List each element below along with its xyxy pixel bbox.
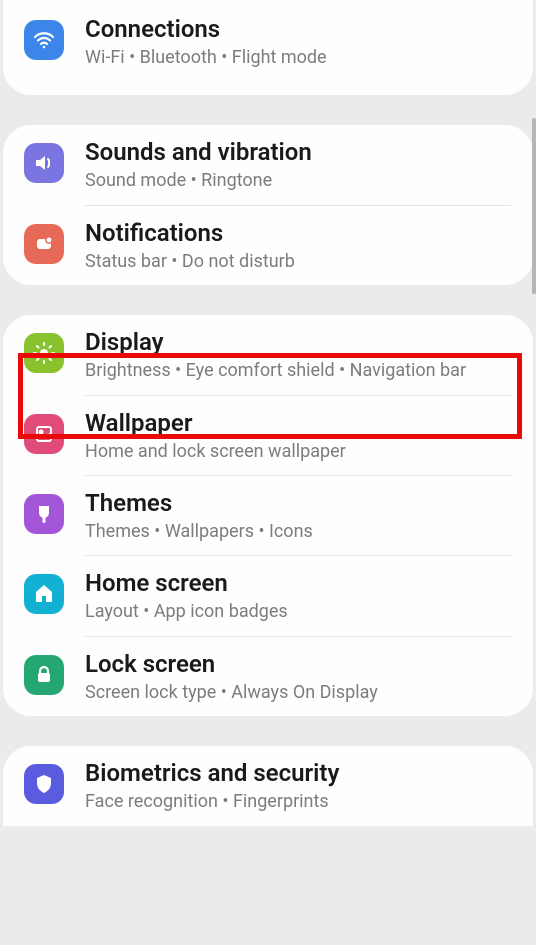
item-title: Lock screen xyxy=(85,649,515,679)
item-subtitle: Brightness • Eye comfort shield • Naviga… xyxy=(85,359,515,382)
settings-item-connections[interactable]: Connections Wi-Fi • Bluetooth • Flight m… xyxy=(3,2,533,81)
item-title: Wallpaper xyxy=(85,408,515,438)
settings-item-lockscreen[interactable]: Lock screen Screen lock type • Always On… xyxy=(3,637,533,716)
item-subtitle: Themes • Wallpapers • Icons xyxy=(85,520,515,543)
notification-icon xyxy=(24,224,64,264)
wifi-icon xyxy=(24,20,64,60)
settings-group-sound: Sounds and vibration Sound mode • Ringto… xyxy=(3,125,533,285)
picture-icon xyxy=(24,414,64,454)
settings-group-connections: Connections Wi-Fi • Bluetooth • Flight m… xyxy=(3,0,533,95)
item-title: Connections xyxy=(85,14,515,44)
settings-item-notifications[interactable]: Notifications Status bar • Do not distur… xyxy=(3,206,533,285)
item-subtitle: Wi-Fi • Bluetooth • Flight mode xyxy=(85,46,515,69)
item-title: Themes xyxy=(85,488,515,518)
settings-item-themes[interactable]: Themes Themes • Wallpapers • Icons xyxy=(3,476,533,555)
lock-icon xyxy=(24,655,64,695)
item-subtitle: Face recognition • Fingerprints xyxy=(85,790,515,813)
home-icon xyxy=(24,574,64,614)
item-subtitle: Status bar • Do not disturb xyxy=(85,250,515,273)
item-title: Sounds and vibration xyxy=(85,137,515,167)
item-subtitle: Screen lock type • Always On Display xyxy=(85,681,515,704)
item-title: Display xyxy=(85,327,515,357)
item-title: Notifications xyxy=(85,218,515,248)
item-title: Home screen xyxy=(85,568,515,598)
item-title: Biometrics and security xyxy=(85,758,515,788)
settings-item-sounds[interactable]: Sounds and vibration Sound mode • Ringto… xyxy=(3,125,533,204)
item-subtitle: Home and lock screen wallpaper xyxy=(85,440,515,463)
scrollbar[interactable] xyxy=(532,118,536,294)
settings-item-homescreen[interactable]: Home screen Layout • App icon badges xyxy=(3,556,533,635)
settings-item-biometrics[interactable]: Biometrics and security Face recognition… xyxy=(3,746,533,825)
shield-icon xyxy=(24,764,64,804)
settings-group-security: Biometrics and security Face recognition… xyxy=(3,746,533,825)
settings-group-display: Display Brightness • Eye comfort shield … xyxy=(3,315,533,716)
settings-item-wallpaper[interactable]: Wallpaper Home and lock screen wallpaper xyxy=(3,396,533,475)
item-subtitle: Sound mode • Ringtone xyxy=(85,169,515,192)
settings-item-display[interactable]: Display Brightness • Eye comfort shield … xyxy=(3,315,533,394)
item-subtitle: Layout • App icon badges xyxy=(85,600,515,623)
brightness-icon xyxy=(24,333,64,373)
speaker-icon xyxy=(24,143,64,183)
brush-icon xyxy=(24,494,64,534)
